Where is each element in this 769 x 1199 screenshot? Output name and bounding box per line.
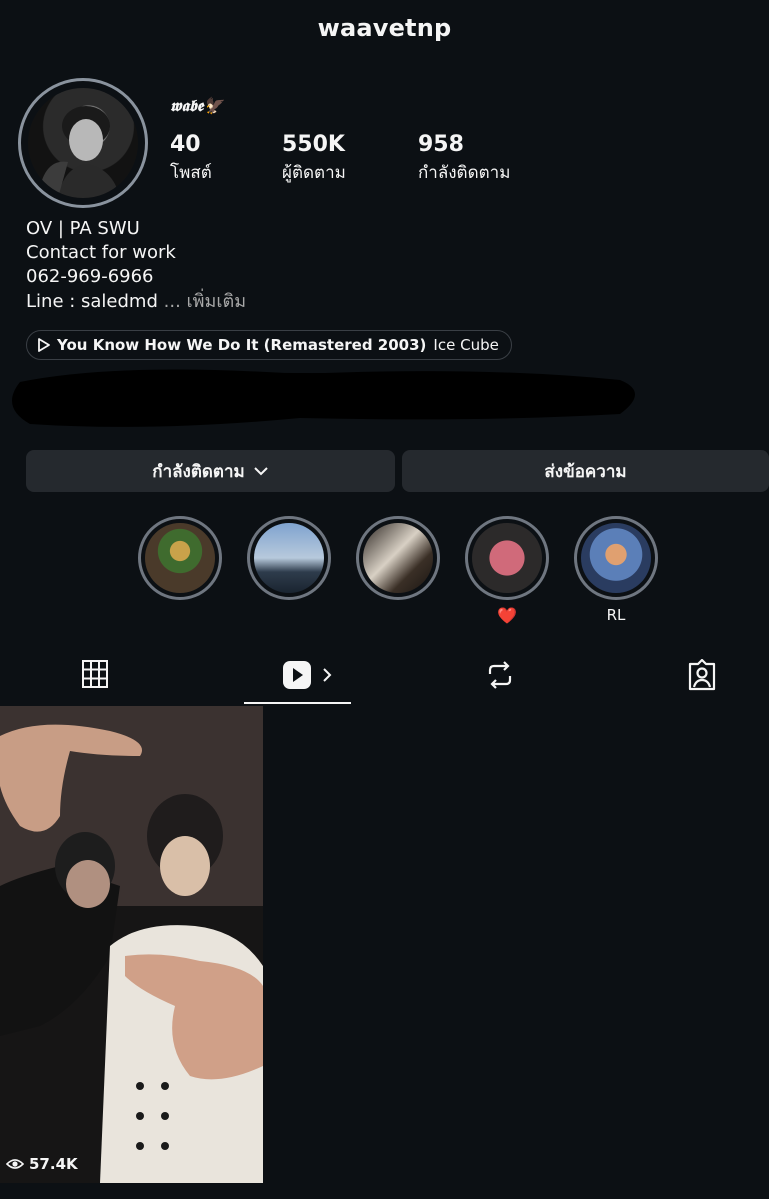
reels-icon xyxy=(283,661,311,689)
chevron-down-icon xyxy=(254,467,268,476)
message-button[interactable]: ส่งข้อความ xyxy=(402,450,769,492)
chevron-right-icon xyxy=(323,668,332,682)
tagged-icon xyxy=(688,658,716,691)
stat-posts[interactable]: 40 โพสต์ xyxy=(170,132,212,186)
display-name: 𝖜𝖆𝖇𝖊🦅 xyxy=(170,96,224,115)
highlight-label: RL xyxy=(606,606,626,624)
highlight-cover[interactable] xyxy=(363,523,433,593)
following-button[interactable]: กำลังติดตาม xyxy=(26,450,395,492)
play-icon xyxy=(38,338,50,352)
highlight-cover[interactable] xyxy=(581,523,651,593)
grid-icon xyxy=(82,660,108,688)
avatar[interactable] xyxy=(28,88,138,198)
stat-followers-value: 550K xyxy=(282,132,345,157)
eye-icon xyxy=(6,1159,24,1169)
profile-username: waavetnp xyxy=(317,14,452,42)
bio-line-text: Line : saledmd xyxy=(26,291,158,312)
highlight-cover[interactable] xyxy=(254,523,324,593)
reel-image xyxy=(0,706,263,1183)
stat-following-value: 958 xyxy=(418,132,464,157)
stat-posts-label: โพสต์ xyxy=(170,163,212,183)
highlight-cover[interactable] xyxy=(145,523,215,593)
active-tab-indicator xyxy=(244,702,351,704)
reel-views: 57.4K xyxy=(6,1155,78,1173)
music-artist: Ice Cube xyxy=(433,336,499,354)
stat-posts-value: 40 xyxy=(170,132,201,157)
bio-line: Line : saledmd ... เพิ่มเติม xyxy=(26,290,246,314)
bio-phone: 062-969-6966 xyxy=(26,266,154,287)
tab-reposts[interactable] xyxy=(485,660,515,694)
tab-reels[interactable] xyxy=(282,660,334,690)
stat-following[interactable]: 958 กำลังติดตาม xyxy=(418,132,510,186)
reel-views-count: 57.4K xyxy=(29,1155,78,1173)
reposts-icon xyxy=(488,661,512,689)
bio-line: Contact for work xyxy=(26,242,176,263)
highlight-label: ❤️ xyxy=(497,606,517,625)
bio-line: OV | PA SWU xyxy=(26,218,140,239)
reel-thumbnail[interactable]: 57.4K xyxy=(0,706,263,1183)
stat-followers-label: ผู้ติดตาม xyxy=(282,163,346,183)
stat-followers[interactable]: 550K ผู้ติดตาม xyxy=(282,132,346,186)
bio-more-link[interactable]: ... เพิ่มเติม xyxy=(164,291,246,312)
music-title: You Know How We Do It (Remastered 2003) xyxy=(57,336,427,354)
tab-tagged[interactable] xyxy=(686,658,718,695)
tab-grid[interactable] xyxy=(82,659,108,693)
music-pill[interactable]: You Know How We Do It (Remastered 2003) … xyxy=(26,330,512,360)
stat-following-label: กำลังติดตาม xyxy=(418,163,511,183)
highlight-cover[interactable] xyxy=(472,523,542,593)
following-button-label: กำลังติดตาม xyxy=(152,461,245,482)
redaction-scribble xyxy=(0,362,769,442)
